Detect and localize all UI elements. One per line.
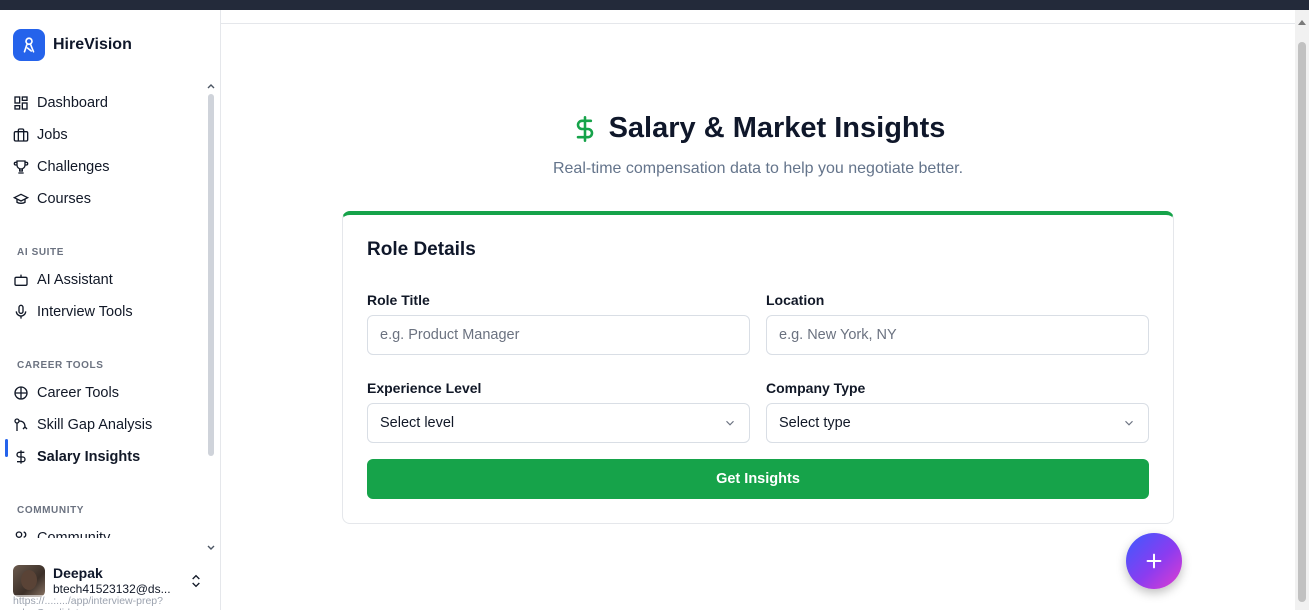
dollar-icon [16,450,26,464]
sidebar-scroll-thumb[interactable] [208,94,214,456]
sidebar-item-salary-insights[interactable]: Salary Insights [13,445,203,469]
sidebar-item-label: Challenges [37,159,110,175]
sidebar-item-label: Career Tools [37,385,119,401]
brain-icon [14,386,28,400]
sidebar-item-ai-assistant[interactable]: AI Assistant [13,268,203,292]
role-title-label: Role Title [367,292,430,308]
page-subtitle: Real-time compensation data to help you … [552,160,964,177]
plus-icon [1146,553,1162,569]
microphone-icon [15,304,27,319]
main-content: Salary & Market Insights Real-time compe… [221,10,1295,610]
sidebar-item-label: Dashboard [37,95,108,111]
section-label-community: COMMUNITY [17,505,85,516]
card-title: Role Details [367,239,476,260]
sidebar-item-challenges[interactable]: Challenges [13,155,203,179]
sidebar-item-skill-gap-analysis[interactable]: Skill Gap Analysis [13,413,203,437]
experience-level-select[interactable]: Select level [367,403,750,443]
chevron-down-icon [1125,420,1133,426]
sidebar-item-label: Courses [37,191,91,207]
sidebar-scrollbar[interactable] [207,82,215,552]
sidebar-item-dashboard[interactable]: Dashboard [13,91,203,115]
location-input[interactable] [766,315,1149,355]
brand[interactable]: HireVision [13,29,132,61]
page-scroll-thumb[interactable] [1298,42,1306,602]
company-type-value: Select type [779,415,851,431]
sidebar-item-interview-tools[interactable]: Interview Tools [13,300,203,324]
page-title: Salary & Market Insights [608,112,946,144]
page-scrollbar[interactable] [1295,10,1309,610]
graduation-cap-icon [13,193,29,204]
sidebar-item-courses[interactable]: Courses [13,187,203,211]
chevron-down-icon [726,420,734,426]
dollar-icon [576,115,593,142]
page-heading: Salary & Market Insights [221,112,1295,145]
app-frame: HireVision Dashboard Jobs Challenges Cou… [0,10,1309,610]
bot-icon [14,274,28,286]
company-type-label: Company Type [766,380,866,396]
location-label: Location [766,292,825,308]
sidebar-item-label: Interview Tools [37,304,133,320]
trophy-icon [13,160,29,174]
add-button[interactable] [1126,533,1182,589]
sidebar-item-label: Community [37,530,111,538]
sidebar-item-career-tools[interactable]: Career Tools [13,381,203,405]
experience-level-value: Select level [380,415,455,431]
sidebar-item-label: AI Assistant [37,272,113,288]
role-title-input[interactable] [367,315,750,355]
sidebar-nav: Dashboard Jobs Challenges Courses AI SUI… [0,78,206,538]
network-icon [14,418,28,431]
company-type-select[interactable]: Select type [766,403,1149,443]
avatar [13,565,45,597]
status-url: https://...:..../app/interview-prep?role… [13,595,220,610]
brand-logo-icon [13,29,45,61]
section-label-ai-suite: AI SUITE [17,247,65,258]
dashboard-icon [14,96,28,110]
user-profile[interactable]: Deepak btech41523132@ds... [13,563,213,599]
scroll-up-icon[interactable] [207,82,215,90]
sidebar-item-label: Skill Gap Analysis [37,417,153,433]
chevrons-up-down-icon[interactable] [188,573,204,589]
sidebar-item-label: Jobs [37,127,68,143]
header-divider [221,23,1295,24]
sidebar: HireVision Dashboard Jobs Challenges Cou… [0,10,221,610]
users-icon [15,531,27,538]
sidebar-item-jobs[interactable]: Jobs [13,123,203,147]
window-top-bar [0,0,1309,10]
role-details-card: Role Details Role Title Location Experie… [342,211,1174,524]
experience-level-label: Experience Level [367,380,482,396]
briefcase-icon [13,128,29,142]
get-insights-button[interactable]: Get Insights [367,459,1149,499]
sidebar-item-community[interactable]: Community [13,526,203,538]
brand-name: HireVision [53,36,132,53]
user-name: Deepak [53,565,103,581]
active-indicator [5,439,8,457]
scroll-down-icon[interactable] [207,544,215,552]
section-label-career-tools: CAREER TOOLS [17,360,104,371]
sidebar-item-label: Salary Insights [37,449,141,465]
scroll-up-icon[interactable] [1298,20,1306,25]
